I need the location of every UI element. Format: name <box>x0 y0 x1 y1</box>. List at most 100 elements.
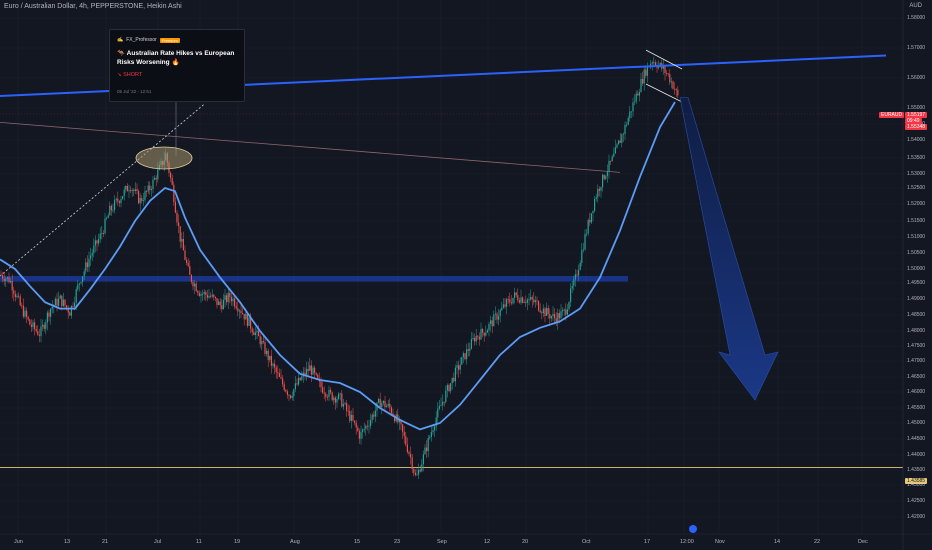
candle-body <box>61 295 63 306</box>
candle-body <box>277 372 279 374</box>
candle-body <box>86 262 88 268</box>
time-tick-label: Jun <box>14 539 23 545</box>
candle-body <box>475 335 477 342</box>
candle-body <box>454 367 456 382</box>
candle-body <box>478 336 480 340</box>
candle-body <box>229 292 231 297</box>
candle-body <box>539 310 541 313</box>
author-name[interactable]: FX_Professor <box>126 37 157 43</box>
candle-body <box>659 63 661 65</box>
candle-body <box>3 278 5 282</box>
price-tick-label: 1.43500 <box>907 466 926 473</box>
candle-body <box>182 238 184 251</box>
candle-body <box>142 200 144 202</box>
idea-title[interactable]: 🦘 Australian Rate Hikes vs European Risk… <box>117 49 241 67</box>
candle-body <box>205 292 207 295</box>
candle-body <box>136 189 138 192</box>
wedge-bottom-line[interactable] <box>645 83 683 103</box>
support-zone-band[interactable] <box>0 276 628 282</box>
candle-body <box>2 275 4 279</box>
currency-label: AUD <box>909 3 922 9</box>
candle-body <box>603 174 605 179</box>
candle-body <box>80 282 82 284</box>
candle-body <box>645 69 647 76</box>
candle-body <box>75 289 77 303</box>
candle-body <box>586 233 588 235</box>
candle-body <box>432 430 434 433</box>
candle-body <box>189 266 191 275</box>
candle-body <box>341 393 343 407</box>
candle-body <box>459 364 461 370</box>
candle-body <box>470 339 472 349</box>
candle-body <box>464 353 466 360</box>
candle-body <box>371 414 373 420</box>
candle-body <box>54 298 56 306</box>
candle-body <box>322 387 324 393</box>
candle-body <box>672 81 674 89</box>
candle-body <box>414 472 416 475</box>
candle-body <box>525 302 527 304</box>
projection-arrow[interactable] <box>679 97 779 401</box>
price-tick-label: 1.54000 <box>907 136 926 143</box>
moving-average-line[interactable] <box>0 101 676 431</box>
author-avatar-icon: ✍ <box>117 37 124 43</box>
candle-body <box>30 324 32 327</box>
candle-body <box>154 177 156 180</box>
highlight-ellipse[interactable] <box>135 146 193 170</box>
candle-body <box>51 306 53 309</box>
candle-body <box>581 250 583 263</box>
price-tick-label: 1.50000 <box>907 265 926 272</box>
candle-body <box>352 415 354 421</box>
candle-body <box>646 66 648 76</box>
idea-card[interactable]: ✍ FX_Professor Premium 🦘 Australian Rate… <box>109 29 245 102</box>
candle-body <box>213 294 215 297</box>
candle-body <box>640 79 642 93</box>
candle-body <box>181 238 183 242</box>
candle-body <box>363 429 365 430</box>
time-tick-label: Nov <box>715 539 725 545</box>
candle-body <box>187 262 189 267</box>
candle-body <box>621 134 623 143</box>
candle-body <box>254 332 256 335</box>
price-tick-label: 1.46000 <box>907 388 926 395</box>
candle-body <box>126 185 128 192</box>
candle-body <box>230 296 232 302</box>
candle-body <box>538 301 540 311</box>
trendline-pink[interactable] <box>0 122 621 173</box>
candle-body <box>338 393 340 400</box>
candle-body <box>547 307 549 315</box>
candle-body <box>272 363 274 366</box>
candle-body <box>24 310 26 317</box>
candle-body <box>259 336 261 345</box>
candle-body <box>248 317 250 326</box>
candle-body <box>174 201 176 213</box>
candle-body <box>333 397 335 401</box>
candle-body <box>278 373 280 377</box>
premium-badge: Premium <box>159 37 180 43</box>
candle-body <box>480 329 482 340</box>
candle-body <box>184 250 186 260</box>
candle-body <box>506 299 508 307</box>
candle-body <box>498 316 500 320</box>
candle-body <box>210 295 212 297</box>
candle-body <box>403 431 405 437</box>
candle-body <box>200 293 202 296</box>
price-tick-label: 1.56000 <box>907 74 926 81</box>
candle-body <box>93 245 95 253</box>
candle-body <box>243 313 245 320</box>
time-tick-label: Dec <box>858 539 868 545</box>
candle-body <box>574 274 576 280</box>
candle-body <box>406 444 408 452</box>
candle-body <box>378 398 380 403</box>
candle-body <box>35 329 37 332</box>
candle-body <box>194 283 196 287</box>
candle-body <box>152 179 154 190</box>
time-tick-label: 17 <box>644 539 651 545</box>
candle-body <box>131 190 133 192</box>
candle-body <box>294 383 296 390</box>
candle-body <box>579 262 581 270</box>
event-marker-icon[interactable] <box>689 525 697 533</box>
candle-body <box>43 324 45 329</box>
candlestick-series[interactable] <box>0 56 679 479</box>
time-tick-label: 20 <box>522 539 529 545</box>
